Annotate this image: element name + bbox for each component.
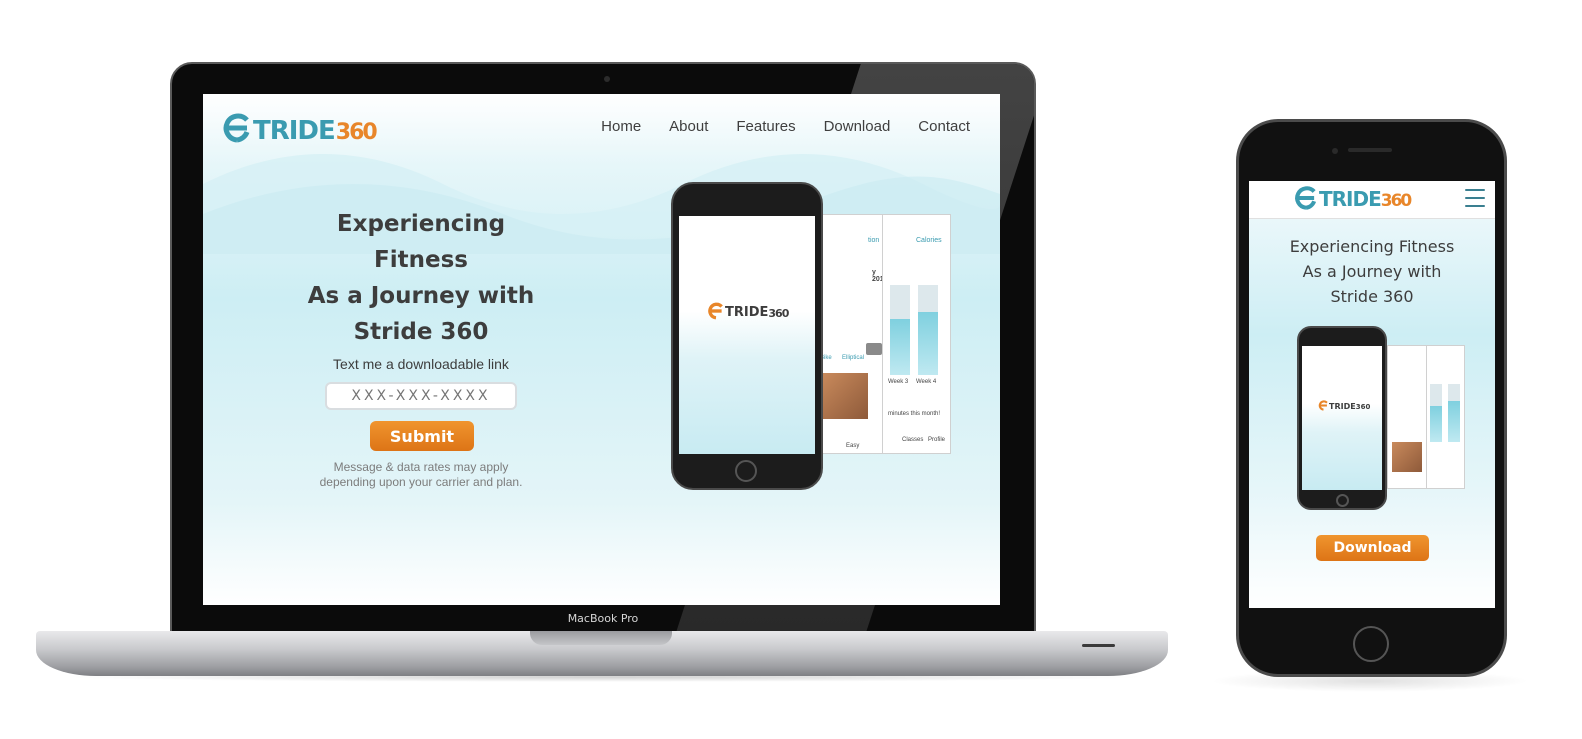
chart-bar-fill	[918, 312, 938, 375]
nav-contact[interactable]: Contact	[918, 118, 970, 135]
laptop-camera	[604, 76, 610, 82]
site-logo[interactable]: TRIDE 360	[221, 104, 378, 146]
logo-text: TRIDE	[253, 116, 336, 146]
chart-bar-fill	[1448, 401, 1460, 442]
mobile-mock-phone: TRIDE 360	[1297, 326, 1387, 510]
submit-button[interactable]: Submit	[370, 421, 474, 451]
sms-prompt: Text me a downloadable link	[333, 356, 509, 372]
tab-duration: tion	[868, 237, 880, 244]
website: TRIDE 360 Home About Features Download C…	[203, 94, 1000, 605]
stride-s-icon	[708, 302, 723, 320]
week-label: Week 3	[888, 379, 909, 385]
laptop-screen: TRIDE 360 Home About Features Download C…	[203, 94, 1000, 605]
main-nav: Home About Features Download Contact	[601, 118, 970, 135]
laptop-lid: TRIDE 360 Home About Features Download C…	[170, 62, 1036, 636]
mobile-logo-text: TRIDE	[1319, 187, 1382, 211]
footer-classes: Classes	[902, 437, 924, 443]
hero-title-line: Experiencing Fitness	[336, 211, 506, 273]
splash-logo-text: TRIDE	[725, 305, 769, 320]
class-photo	[1392, 442, 1422, 472]
laptop-slot	[1082, 644, 1115, 647]
chart-bar	[890, 285, 910, 375]
tab-calories: Calories	[916, 237, 942, 244]
mobile-app-screen-back	[1425, 345, 1465, 489]
week-label: Week 4	[916, 379, 937, 385]
footer-profile: Profile	[928, 437, 946, 443]
iphone-speaker	[1348, 148, 1392, 152]
app-screen-middle: tion y 2019 Bike Elliptical Easy	[815, 214, 883, 454]
mobile-header: TRIDE 360	[1249, 181, 1495, 219]
app-screen-back: Calories Week 3 Week 4 minutes this mont…	[881, 214, 951, 454]
mock-phone: TRIDE 360	[671, 182, 823, 490]
chart-bar	[1448, 384, 1460, 442]
minutes-text: minutes this month!	[888, 411, 941, 417]
mobile-hero-title: Experiencing Fitness As a Journey with S…	[1269, 234, 1475, 309]
mobile-splash-logo-number: 360	[1355, 403, 1371, 411]
chart-bar	[918, 285, 938, 375]
hero-title-line: As a Journey with	[1302, 262, 1442, 281]
class-tab-elliptical: Elliptical	[842, 355, 865, 361]
hamburger-icon[interactable]	[1465, 189, 1485, 207]
phone-number-input[interactable]	[325, 382, 517, 410]
mobile-mock-home-button	[1336, 494, 1349, 507]
disclaimer-line: depending upon your carrier and plan.	[319, 475, 523, 489]
mock-home-button	[735, 460, 757, 482]
nav-download[interactable]: Download	[824, 118, 891, 135]
mobile-mock-phone-screen: TRIDE 360	[1302, 346, 1382, 490]
laptop-brand: MacBook Pro	[567, 612, 639, 625]
chart-bar	[1430, 384, 1442, 442]
mobile-logo[interactable]: TRIDE 360	[1293, 185, 1412, 211]
month-label: y 2019	[872, 269, 882, 283]
sms-disclaimer: Message & data rates may apply depending…	[291, 460, 551, 490]
class-photo	[822, 373, 868, 419]
splash-logo: TRIDE 360	[707, 302, 789, 320]
logo-number: 360	[335, 120, 378, 145]
stride-s-icon	[1318, 400, 1328, 411]
mobile-logo-number: 360	[1380, 191, 1412, 211]
stride-s-icon	[223, 113, 250, 143]
mock-phone-screen: TRIDE 360	[679, 216, 815, 454]
stride-s-icon	[1295, 186, 1317, 210]
mobile-splash-logo-text: TRIDE	[1329, 402, 1356, 411]
iphone-screen: TRIDE 360 Experiencing Fitness As a Jour…	[1249, 181, 1495, 608]
hero-title-line: Stride 360	[1330, 287, 1414, 306]
chevron-right-icon	[866, 343, 882, 355]
chart-bar-fill	[1430, 406, 1442, 442]
iphone-camera	[1332, 148, 1338, 154]
nav-features[interactable]: Features	[736, 118, 795, 135]
difficulty-label: Easy	[846, 443, 860, 449]
nav-about[interactable]: About	[669, 118, 708, 135]
chart-bar-fill	[890, 319, 910, 375]
laptop-notch	[530, 631, 672, 645]
hero-title-line: Experiencing Fitness	[1289, 237, 1455, 256]
hero-title-line: As a Journey with	[307, 283, 535, 309]
hero-title: Experiencing Fitness As a Journey with S…	[291, 206, 551, 350]
hero-title-line: Stride 360	[353, 319, 489, 345]
nav-home[interactable]: Home	[601, 118, 641, 135]
download-button[interactable]: Download	[1316, 535, 1429, 561]
mobile-app-screen-middle	[1387, 345, 1427, 489]
iphone-home-button	[1353, 626, 1389, 662]
disclaimer-line: Message & data rates may apply	[333, 460, 509, 474]
mobile-splash-logo: TRIDE 360	[1318, 400, 1370, 411]
splash-logo-number: 360	[768, 307, 789, 320]
